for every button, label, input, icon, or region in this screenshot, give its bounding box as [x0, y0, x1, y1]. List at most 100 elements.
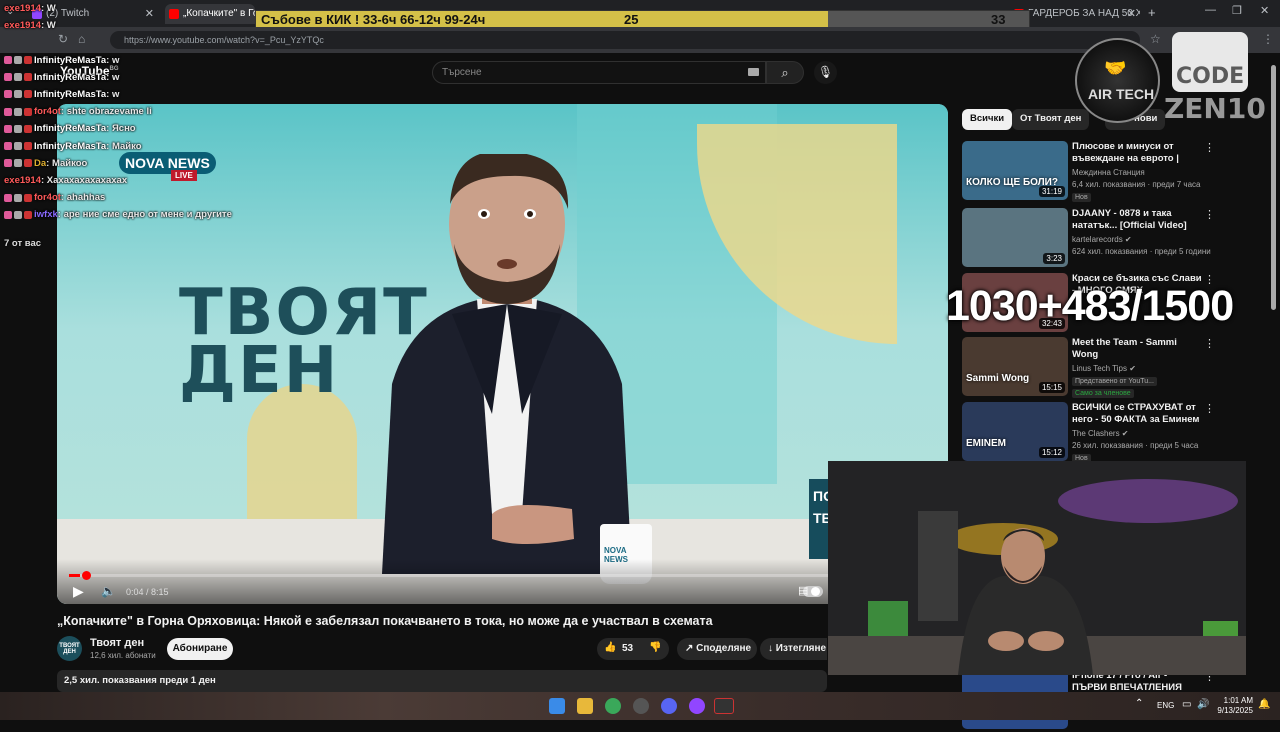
- play-icon[interactable]: ▶: [73, 583, 84, 600]
- more-options-icon[interactable]: ⋮: [1204, 402, 1215, 415]
- start-icon[interactable]: [549, 698, 565, 714]
- keyboard-icon[interactable]: [748, 68, 759, 76]
- view-count-and-date[interactable]: 2,5 хил. показвания преди 1 ден: [57, 670, 827, 692]
- chip-all[interactable]: Всички: [962, 109, 1013, 130]
- scrollbar[interactable]: [1271, 65, 1276, 310]
- chat-username[interactable]: InfinityReMasTa: [34, 141, 106, 152]
- subscribe-button[interactable]: Абониране: [167, 638, 233, 660]
- chat-text: Майкоо: [51, 157, 88, 169]
- chat-badge-icon: [4, 142, 12, 151]
- minimize-icon[interactable]: —: [1205, 4, 1216, 16]
- progress-fill: [69, 574, 81, 577]
- channel-name[interactable]: Твоят ден: [90, 637, 144, 649]
- progress-bar[interactable]: [69, 571, 829, 580]
- chat-username[interactable]: InfinityReMasTa: [34, 123, 106, 134]
- language-indicator[interactable]: ENG: [1157, 701, 1174, 710]
- more-options-icon[interactable]: ⋮: [1204, 337, 1215, 350]
- twitch-icon[interactable]: [689, 698, 705, 714]
- network-icon[interactable]: ▭: [1182, 699, 1191, 710]
- search-input[interactable]: Търсене: [432, 61, 766, 84]
- discord-icon[interactable]: [661, 698, 677, 714]
- duration-badge: 15:15: [1038, 382, 1065, 393]
- chrome-icon[interactable]: [605, 698, 621, 714]
- chat-badge-icon: [14, 210, 22, 219]
- dislike-icon[interactable]: 👎: [649, 642, 661, 653]
- voice-search-button[interactable]: 🎙: [814, 61, 837, 84]
- recommendation-badge: Представено от YouTu...: [1072, 377, 1157, 386]
- clock-date[interactable]: 9/13/2025: [1216, 706, 1253, 715]
- maximize-icon[interactable]: ❐: [1232, 4, 1242, 17]
- chat-username[interactable]: InfinityReMasTa: [34, 72, 106, 83]
- chat-badge-icon: [4, 159, 12, 168]
- recommendation-thumbnail[interactable]: Sammi Wong 15:15: [962, 337, 1068, 396]
- terminal-icon[interactable]: [714, 698, 734, 714]
- recommendation-item[interactable]: EMINEM 15:12 ВСИЧКИ се СТРАХУВАТ от него -…: [962, 402, 1262, 464]
- chat-text: w: [111, 71, 120, 83]
- chat-badge-icon: [24, 107, 32, 116]
- chat-username[interactable]: exe1914: [4, 3, 41, 14]
- chat-badge-icon: [24, 124, 32, 133]
- scrubber-handle[interactable]: [82, 571, 91, 580]
- chat-username[interactable]: InfinityReMasTa: [34, 55, 106, 66]
- chat-username[interactable]: for4ot: [34, 106, 61, 117]
- chat-text: shte obrazevame li: [66, 106, 152, 118]
- file-explorer-icon[interactable]: [577, 698, 593, 714]
- search-button[interactable]: ⌕: [766, 61, 804, 84]
- chat-username[interactable]: Da: [34, 158, 46, 169]
- chat-text: аре ние сме едно от мене и другите: [63, 209, 232, 221]
- recommendation-title[interactable]: ВСИЧКИ се СТРАХУВАТ от него - 50 ФАКТА з…: [1072, 402, 1202, 426]
- chat-badge-icon: [4, 107, 12, 116]
- obs-icon[interactable]: [633, 698, 649, 714]
- chat-text: ahahhas: [66, 192, 106, 204]
- chat-username[interactable]: exe1914: [4, 175, 41, 186]
- recommendation-thumbnail[interactable]: EMINEM 15:12: [962, 402, 1068, 461]
- recommendation-item[interactable]: 3:23 DJAANY - 0878 и така нататък... [Off…: [962, 208, 1262, 270]
- chat-message: exe1914: W: [4, 3, 56, 14]
- chip-from-channel[interactable]: От Твоят ден: [1012, 109, 1090, 130]
- recommendation-meta: 26 хил. показвания · преди 5 часа: [1072, 441, 1199, 450]
- chat-badge-icon: [24, 210, 32, 219]
- duration-badge: 3:23: [1043, 253, 1065, 264]
- chat-username[interactable]: for4ot: [34, 192, 61, 203]
- download-button[interactable]: ↓ Изтегляне: [760, 638, 827, 660]
- donation-goal-target: 33: [991, 12, 1006, 27]
- more-options-icon[interactable]: ⋮: [1204, 141, 1215, 154]
- webcam-scene: [828, 461, 1246, 675]
- menu-icon[interactable]: ⋮: [1262, 32, 1274, 46]
- new-tab-icon[interactable]: +: [1148, 5, 1156, 20]
- share-button[interactable]: ↗ Споделяне: [677, 638, 757, 660]
- tray-chevron-icon[interactable]: ⌃: [1135, 698, 1143, 709]
- recommendation-title[interactable]: Meet the Team - Sammi Wong: [1072, 337, 1202, 361]
- recommendation-title[interactable]: DJAANY - 0878 и така нататък... [Officia…: [1072, 208, 1202, 232]
- chat-badge-icon: [14, 142, 22, 151]
- url-field[interactable]: https://www.youtube.com/watch?v=_Pcu_YzY…: [110, 31, 1140, 49]
- close-icon[interactable]: ✕: [1127, 7, 1136, 20]
- chat-username[interactable]: exe1914: [4, 20, 41, 31]
- chat-message: for4ot: ahahhas: [4, 192, 105, 203]
- chat-username[interactable]: iwfxk: [34, 209, 58, 220]
- sub-goal-counter: 1030+483/1500: [946, 282, 1234, 330]
- like-count: 53: [622, 643, 634, 654]
- chat-text: Ясно: [111, 123, 136, 135]
- recommendation-title[interactable]: Плюсове и минуси от въвеждане на еврото …: [1072, 141, 1202, 165]
- recommendation-thumbnail[interactable]: КОЛКО ЩЕ БОЛИ? 31:19: [962, 141, 1068, 200]
- window-close-icon[interactable]: ✕: [1260, 4, 1269, 17]
- volume-icon[interactable]: 🔈: [101, 584, 116, 598]
- bookmark-star-icon[interactable]: ☆: [1150, 32, 1161, 46]
- like-icon[interactable]: 👍: [604, 642, 616, 653]
- recommendation-item[interactable]: КОЛКО ЩЕ БОЛИ? 31:19 Плюсове и минуси от в…: [962, 141, 1262, 203]
- recommendation-item[interactable]: Sammi Wong 15:15 Meet the Team - Sammi Won…: [962, 337, 1262, 399]
- recommendation-channel: The Clashers ✔: [1072, 429, 1129, 438]
- subtitles-icon[interactable]: ▤: [798, 584, 808, 597]
- mic-icon: 🎙: [817, 65, 834, 79]
- clock-time[interactable]: 1:01 AM: [1223, 696, 1253, 705]
- recommendation-thumbnail[interactable]: 3:23: [962, 208, 1068, 267]
- tab-wardrobe-label: ГАРДЕРОБ ЗА НАД 50 ХИЛЯ: [1028, 8, 1140, 19]
- volume-tray-icon[interactable]: 🔊: [1197, 699, 1209, 710]
- air-tech-label: AIR TECH: [1087, 86, 1155, 102]
- notification-icon[interactable]: 🔔: [1258, 699, 1270, 710]
- chat-badge-icon: [4, 124, 12, 133]
- chat-username[interactable]: InfinityReMasTa: [34, 89, 106, 100]
- channel-avatar[interactable]: ТВОЯТ ДЕН: [57, 636, 82, 661]
- more-options-icon[interactable]: ⋮: [1204, 208, 1215, 221]
